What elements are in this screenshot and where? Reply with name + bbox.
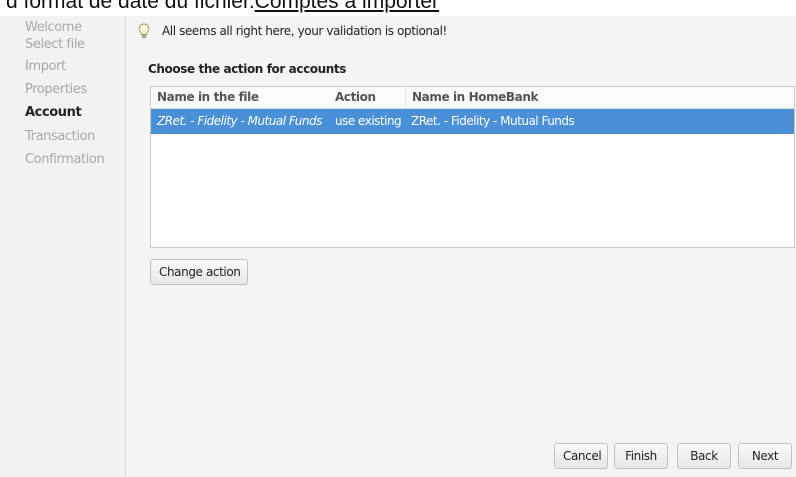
column-header-name-in-file[interactable]: Name in the file bbox=[151, 87, 329, 108]
accounts-table[interactable]: Name in the file Action Name in HomeBank… bbox=[150, 86, 795, 248]
back-button[interactable]: Back bbox=[677, 443, 731, 469]
change-action-button[interactable]: Change action bbox=[150, 259, 248, 285]
assistant-content: All seems all right here, your validatio… bbox=[126, 16, 796, 477]
page-text-fragment: d format de date du fichier.Comptes à im… bbox=[6, 0, 439, 14]
step-transaction: Transaction bbox=[25, 129, 95, 144]
step-properties: Properties bbox=[25, 82, 87, 97]
cell-action: use existing bbox=[335, 114, 402, 128]
finish-button[interactable]: Finish bbox=[614, 443, 668, 469]
step-account: Account bbox=[25, 105, 82, 120]
cell-file-name: ZRet. - Fidelity - Mutual Funds bbox=[157, 114, 322, 128]
step-confirmation: Confirmation bbox=[25, 152, 105, 167]
cancel-button[interactable]: Cancel bbox=[554, 443, 608, 469]
column-header-name-in-homebank[interactable]: Name in HomeBank bbox=[405, 87, 794, 108]
assistant-steps-sidebar: Welcome Select file Import Properties Ac… bbox=[0, 16, 126, 477]
next-button[interactable]: Next bbox=[738, 443, 792, 469]
section-title: Choose the action for accounts bbox=[148, 62, 347, 76]
step-welcome: Welcome bbox=[25, 20, 82, 35]
table-row[interactable]: ZRet. - Fidelity - Mutual Funds use exis… bbox=[151, 109, 794, 134]
info-row: All seems all right here, your validatio… bbox=[138, 22, 447, 40]
step-import: Import bbox=[25, 59, 66, 74]
import-assistant-window: Welcome Select file Import Properties Ac… bbox=[0, 16, 796, 477]
background-page-fragment: d format de date du fichier.Comptes à im… bbox=[0, 0, 796, 16]
table-header: Name in the file Action Name in HomeBank bbox=[151, 87, 794, 109]
lightbulb-icon bbox=[138, 23, 150, 39]
cell-homebank-name: ZRet. - Fidelity - Mutual Funds bbox=[411, 114, 575, 128]
column-header-action[interactable]: Action bbox=[329, 87, 405, 108]
page-text: d format de date du fichier. bbox=[6, 0, 255, 13]
step-select-file: Select file bbox=[25, 37, 85, 52]
info-message: All seems all right here, your validatio… bbox=[162, 24, 447, 38]
page-link[interactable]: Comptes à importer bbox=[255, 0, 439, 13]
